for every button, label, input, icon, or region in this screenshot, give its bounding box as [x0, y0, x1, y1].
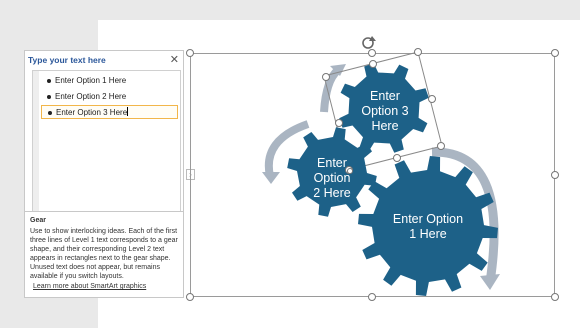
frame-handle[interactable] [551, 49, 559, 57]
arrow-left-head [262, 172, 280, 184]
frame-handle[interactable] [551, 293, 559, 301]
gear-3-line-1: Enter [370, 89, 400, 103]
gear-diagram [186, 36, 559, 301]
resize-handle[interactable] [322, 73, 330, 81]
gear-2-line-1: Enter [317, 156, 347, 170]
gear-1-line-2: 1 Here [409, 227, 447, 241]
resize-handle[interactable] [437, 142, 445, 150]
gear-3-line-3: Here [371, 119, 399, 133]
frame-handle[interactable] [551, 171, 559, 179]
gear-2-label: Enter Option 2 Here [296, 156, 368, 201]
frame-handle[interactable] [368, 49, 376, 57]
gear-1-label: Enter Option 1 Here [372, 212, 484, 242]
rotate-handle-icon[interactable] [362, 36, 376, 49]
gear-3-label: Enter Option 3 Here [345, 89, 425, 134]
frame-handle[interactable] [186, 293, 194, 301]
resize-handle[interactable] [414, 48, 422, 56]
frame-handle[interactable] [186, 49, 194, 57]
resize-handle[interactable] [335, 119, 343, 127]
frame-handle[interactable] [368, 293, 376, 301]
gear-2-line-2: Option [313, 171, 351, 185]
gear-1-line-1: Enter Option [392, 212, 464, 226]
gear-3-line-2: Option 3 [361, 104, 409, 118]
resize-handle[interactable] [393, 154, 401, 162]
arrow-right-head [480, 274, 500, 290]
resize-handle[interactable] [428, 95, 436, 103]
gear-2-line-3: 2 Here [313, 186, 351, 200]
resize-handle[interactable] [369, 60, 377, 68]
